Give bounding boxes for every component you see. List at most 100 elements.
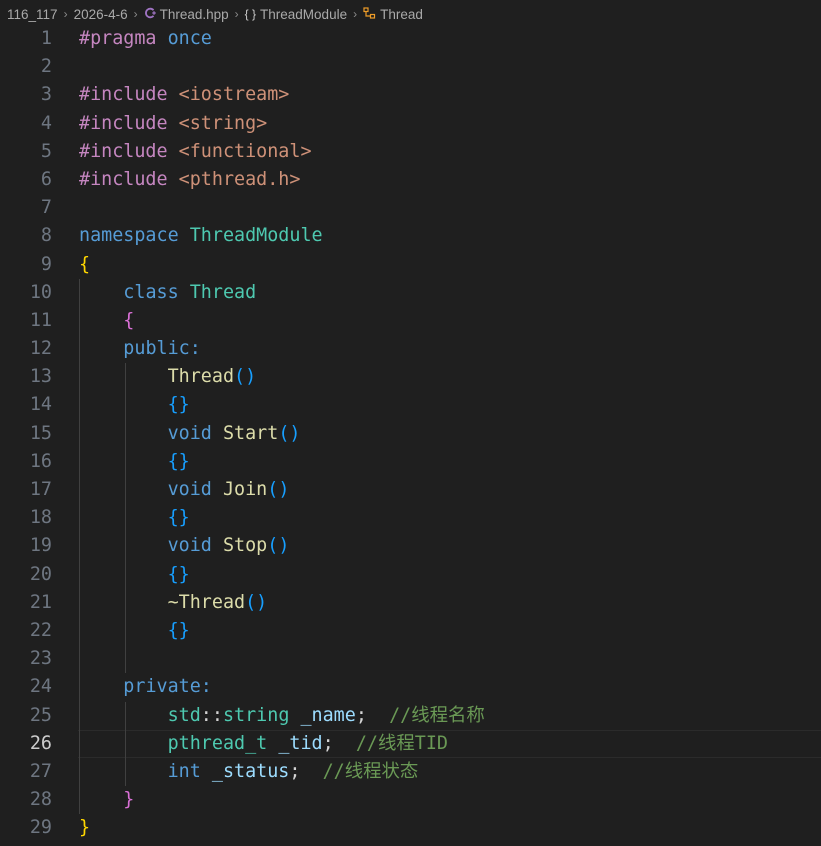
- code-line[interactable]: 15 void Start(): [0, 419, 821, 448]
- line-number: 25: [29, 704, 52, 726]
- code-text: #include <pthread.h>: [79, 166, 300, 194]
- class-icon: [363, 6, 376, 22]
- line-number: 26: [29, 732, 52, 754]
- code-token: Start: [222, 422, 279, 444]
- line-number: 3: [40, 84, 52, 106]
- breadcrumb-label: ThreadModule: [260, 6, 348, 22]
- line-number: 4: [40, 112, 52, 134]
- code-text: #include <string>: [79, 110, 267, 138]
- code-token: (): [267, 479, 290, 500]
- code-line[interactable]: 24 private:: [0, 673, 821, 702]
- indent-guide: [79, 645, 80, 674]
- breadcrumb: 116_117 › 2026-4-6 › Thread.hpp › { } Th…: [0, 0, 821, 28]
- code-line[interactable]: 23: [0, 645, 821, 674]
- code-token: Thread: [189, 281, 257, 303]
- code-text: ~Thread(): [79, 589, 268, 617]
- code-text: {}: [79, 391, 190, 419]
- code-token: ;: [322, 732, 356, 754]
- code-line[interactable]: 18 {}: [0, 504, 821, 533]
- breadcrumb-folder-116_117[interactable]: 116_117: [7, 7, 58, 22]
- code-token: #include: [79, 140, 179, 162]
- code-text: {}: [79, 561, 190, 589]
- code-token: public:: [123, 338, 201, 360]
- breadcrumb-namespace[interactable]: { } ThreadModule: [245, 7, 347, 22]
- code-text: pthread_t _tid; //线程TID: [79, 730, 448, 758]
- code-text: #pragma once: [79, 25, 212, 53]
- code-text: private:: [79, 673, 212, 701]
- code-line[interactable]: 19 void Stop(): [0, 532, 821, 561]
- code-token: {}: [167, 563, 190, 585]
- code-token: void: [167, 422, 223, 444]
- line-number: 23: [29, 648, 52, 670]
- code-line[interactable]: 9{: [0, 251, 821, 279]
- code-line[interactable]: 22 {}: [0, 616, 821, 646]
- code-line[interactable]: 20 {}: [0, 560, 821, 589]
- code-line[interactable]: 12 public:: [0, 335, 821, 364]
- code-token: //线程TID: [355, 732, 448, 754]
- code-line[interactable]: 8 namespace ThreadModule: [0, 222, 821, 250]
- line-number: 5: [40, 140, 52, 162]
- code-editor[interactable]: 1 #pragma once 2 3 #include <iostream> 4 #incl…: [0, 25, 821, 842]
- code-token: <string>: [178, 112, 268, 134]
- code-token: class: [123, 281, 190, 303]
- code-token: <iostream>: [178, 84, 290, 106]
- code-token: ;: [289, 760, 323, 782]
- code-line[interactable]: 21 ~Thread(): [0, 588, 821, 617]
- code-line[interactable]: 4 #include <string>: [0, 110, 821, 138]
- line-number: 17: [29, 479, 52, 500]
- code-line[interactable]: 29}: [0, 814, 821, 842]
- code-token: }: [123, 789, 135, 811]
- code-line[interactable]: 7: [0, 194, 821, 222]
- breadcrumb-file[interactable]: Thread.hpp: [144, 7, 229, 22]
- line-number: 19: [29, 535, 52, 557]
- code-line[interactable]: 11 {: [0, 306, 821, 336]
- breadcrumb-class[interactable]: Thread: [363, 7, 423, 22]
- code-line[interactable]: 27 int _status; //线程状态: [0, 757, 821, 787]
- code-text: {}: [79, 617, 190, 645]
- code-line[interactable]: 28 }: [0, 786, 821, 815]
- chevron-right-icon: ›: [133, 7, 138, 21]
- code-token: private:: [123, 676, 212, 698]
- code-token: ;: [355, 704, 390, 726]
- breadcrumb-folder-date[interactable]: 2026-4-6: [74, 7, 128, 22]
- code-text: }: [79, 814, 90, 842]
- code-token: int: [167, 760, 212, 782]
- code-text: Thread(): [79, 363, 257, 391]
- code-token: {}: [167, 507, 190, 529]
- code-line[interactable]: 17 void Join(): [0, 476, 821, 505]
- line-number: 10: [29, 281, 52, 303]
- code-text: #include <iostream>: [79, 81, 289, 109]
- code-line[interactable]: 3 #include <iostream>: [0, 81, 821, 109]
- code-text: #include <functional>: [79, 138, 312, 166]
- line-number: 18: [29, 507, 52, 529]
- code-line[interactable]: 6 #include <pthread.h>: [0, 166, 821, 194]
- code-line[interactable]: 13 Thread(): [0, 363, 821, 392]
- code-token: <functional>: [178, 140, 312, 162]
- code-line[interactable]: 25 std::string _name; //线程名称: [0, 701, 821, 730]
- code-text: {: [79, 307, 134, 335]
- code-line[interactable]: 14 {}: [0, 391, 821, 420]
- code-token: std: [167, 704, 201, 726]
- code-token: {}: [167, 394, 190, 416]
- line-number: 8: [40, 225, 52, 247]
- code-line[interactable]: 10 class Thread: [0, 278, 821, 307]
- code-line[interactable]: 16 {}: [0, 447, 821, 476]
- code-line[interactable]: 26 pthread_t _tid; //线程TID: [0, 729, 821, 759]
- code-token: {}: [167, 450, 190, 472]
- code-token: #include: [79, 84, 179, 106]
- namespace-braces-icon: { }: [244, 7, 257, 21]
- code-line[interactable]: 1 #pragma once: [0, 25, 821, 53]
- code-line[interactable]: 5 #include <functional>: [0, 138, 821, 166]
- code-text: public:: [79, 335, 201, 363]
- line-number: 6: [40, 168, 52, 190]
- line-number: 2: [40, 56, 52, 78]
- code-line[interactable]: 2: [0, 53, 821, 81]
